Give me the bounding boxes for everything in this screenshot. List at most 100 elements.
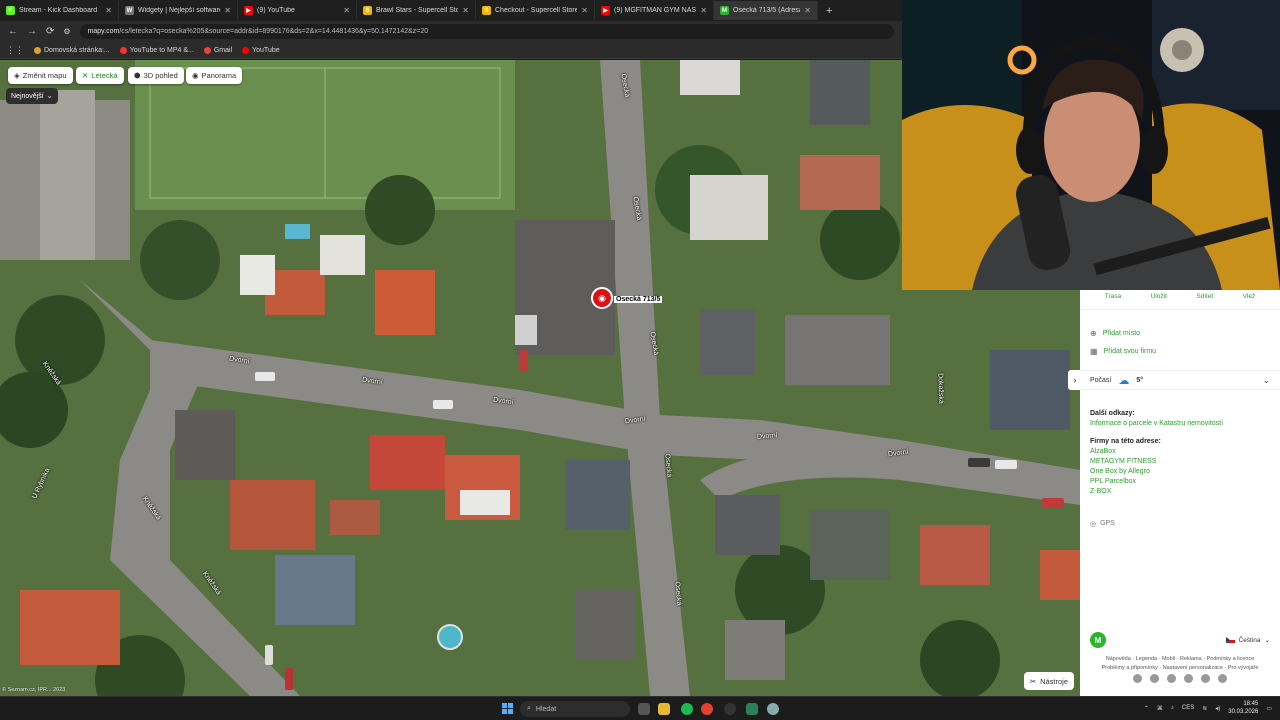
url-host: mapy.com: [87, 28, 120, 35]
browser-tab[interactable]: S Checkout - Supercell Store ✕: [476, 1, 595, 20]
browser-tab[interactable]: K Stream - Kick Dashboard ✕: [0, 1, 119, 20]
tools-icon: ✂: [1029, 676, 1037, 686]
close-tab-icon[interactable]: ✕: [581, 6, 588, 15]
place-detail-panel: Trasa Uložit Sdílet Vlež ⊕ Přidat místo …: [1068, 290, 1280, 696]
cube-icon: ⬢: [134, 71, 141, 80]
googleplay-icon[interactable]: [1218, 674, 1227, 683]
aerial-button[interactable]: ✕ Letecká: [76, 67, 124, 84]
gps-row[interactable]: ◎ GPS: [1090, 520, 1115, 528]
chrome-icon[interactable]: [701, 703, 713, 715]
tab-title: Widgety | Nejlepší software pr: [138, 7, 221, 14]
instagram-icon[interactable]: [1167, 674, 1176, 683]
bookmark-item[interactable]: YouTube to MP4 &...: [119, 46, 194, 54]
appstore-icon[interactable]: [1201, 674, 1210, 683]
spotify-icon[interactable]: [681, 703, 693, 715]
facebook-icon[interactable]: [1133, 674, 1142, 683]
network-icon[interactable]: ⌘: [1157, 705, 1163, 712]
weather-value: 5°: [1136, 376, 1144, 384]
tools-button[interactable]: ✂ Nástroje: [1023, 672, 1074, 690]
browser-tab[interactable]: ▶ (9) YouTube ✕: [238, 1, 357, 20]
location-pin-icon[interactable]: ◉: [591, 287, 613, 309]
weather-row[interactable]: Počasí ☁ 5° ⌄: [1080, 370, 1280, 390]
tab-favicon-icon: S: [363, 6, 372, 15]
latest-imagery-dropdown[interactable]: Nejnovější ⌄: [6, 88, 58, 104]
apps-icon[interactable]: ⋮⋮: [6, 45, 24, 56]
site-info-icon[interactable]: ⚙: [63, 27, 70, 36]
tab-title: (9) MGFITMAN GYM NÁS PŘEI: [614, 7, 697, 14]
volume-icon[interactable]: ◂): [1215, 705, 1220, 712]
change-map-button[interactable]: ◈ Změnit mapu: [8, 67, 73, 84]
tab-favicon-icon: K: [6, 6, 15, 15]
add-place-link[interactable]: ⊕ Přidat místo: [1080, 324, 1280, 342]
taskbar-search-label: Hledat: [535, 705, 557, 713]
3d-view-button[interactable]: ⬢ 3D pohled: [128, 67, 184, 84]
save-button[interactable]: Uložit: [1151, 293, 1167, 309]
route-button[interactable]: Trasa: [1105, 293, 1121, 309]
language-selector[interactable]: Čeština ⌄: [1225, 636, 1270, 644]
bookmark-favicon-icon: [242, 46, 250, 54]
file-explorer-icon[interactable]: [658, 703, 670, 715]
browser-tab[interactable]: ▶ (9) MGFITMAN GYM NÁS PŘEI✕: [595, 1, 714, 20]
browser-tab[interactable]: S Brawl Stars - Supercell Store ✕: [357, 1, 476, 20]
cadastre-link[interactable]: Informace o parcele v Katastru nemovitos…: [1080, 419, 1280, 429]
microphone-icon[interactable]: ♪: [1171, 705, 1174, 711]
tab-title: Stream - Kick Dashboard: [19, 7, 98, 14]
close-tab-icon[interactable]: ✕: [804, 6, 811, 15]
browser-tab[interactable]: W Widgety | Nejlepší software pr✕: [119, 1, 238, 20]
company-link[interactable]: AlzaBox: [1080, 447, 1280, 457]
x-icon[interactable]: [1150, 674, 1159, 683]
notifications-icon[interactable]: ▭: [1266, 705, 1272, 712]
threads-icon[interactable]: [1184, 674, 1193, 683]
bookmark-label: YouTube: [252, 46, 280, 54]
settings-icon[interactable]: [767, 703, 779, 715]
close-tab-icon[interactable]: ✕: [343, 6, 350, 15]
close-tab-icon[interactable]: ✕: [224, 6, 231, 15]
links-title: Další odkazy:: [1090, 410, 1135, 417]
wifi-icon[interactable]: ≋: [1202, 705, 1207, 712]
address-bar: ← → ⟳ ⚙ mapy.com/cs/letecka?q=osecka%205…: [0, 21, 902, 42]
company-link[interactable]: One Box by Allegro: [1080, 467, 1280, 477]
windows-start-icon[interactable]: [502, 703, 513, 714]
company-link[interactable]: PPL Parcelbox: [1080, 477, 1280, 487]
panorama-button[interactable]: ◉ Panorama: [186, 67, 243, 84]
language-indicator[interactable]: CES: [1182, 705, 1194, 711]
tab-title: (9) YouTube: [257, 7, 295, 14]
more-button[interactable]: Vlež: [1243, 293, 1256, 309]
social-icons: [1080, 674, 1280, 683]
cloud-icon: ☁: [1118, 374, 1130, 387]
close-tab-icon[interactable]: ✕: [462, 6, 469, 15]
tab-title: Osecká 713/5 (Adresa) • Mapy: [733, 7, 800, 14]
chevron-down-icon: ⌄: [1262, 374, 1270, 385]
bookmark-item[interactable]: YouTube: [242, 46, 280, 54]
terminal-icon[interactable]: [746, 703, 758, 715]
chevron-down-icon: ⌄: [46, 93, 53, 100]
url-input[interactable]: mapy.com/cs/letecka?q=osecka%205&source=…: [79, 24, 894, 39]
taskbar-search-input[interactable]: ⌕ Hledat: [520, 701, 630, 717]
reload-icon[interactable]: ⟳: [46, 26, 54, 37]
forward-icon[interactable]: →: [27, 26, 37, 37]
aerial-label: Letecká: [91, 71, 118, 80]
footer-links-1[interactable]: Nápověda · Legenda · Mobil · Reklama · P…: [1080, 656, 1280, 662]
company-link[interactable]: METAGYM FITNESS: [1080, 457, 1280, 467]
back-icon[interactable]: ←: [8, 26, 18, 37]
new-tab-icon[interactable]: +: [818, 5, 840, 17]
clock[interactable]: 18:45 30.03.2026: [1228, 700, 1258, 716]
browser-tab[interactable]: M Osecká 713/5 (Adresa) • Mapy ✕: [714, 1, 818, 20]
company-link[interactable]: Z-BOX: [1080, 487, 1280, 497]
bookmark-favicon-icon: [203, 46, 211, 54]
tab-favicon-icon: S: [482, 6, 491, 15]
task-view-icon[interactable]: [638, 703, 650, 715]
app-icon[interactable]: [724, 703, 736, 715]
place-actions: Trasa Uložit Sdílet Vlež: [1080, 290, 1280, 310]
bookmark-item[interactable]: Domovská stránka:...: [34, 46, 110, 54]
tools-label: Nástroje: [1040, 676, 1068, 686]
add-company-link[interactable]: ▦ Přidat svou firmu: [1080, 342, 1280, 360]
bookmark-item[interactable]: Gmail: [203, 46, 232, 54]
close-tab-icon[interactable]: ✕: [700, 6, 707, 15]
close-tab-icon[interactable]: ✕: [105, 6, 112, 15]
street-label: Dvorní: [756, 432, 778, 441]
building-icon: ▦: [1090, 346, 1098, 356]
share-button[interactable]: Sdílet: [1196, 293, 1213, 309]
chevron-up-icon[interactable]: ⌃: [1144, 705, 1149, 712]
footer-links-2[interactable]: Problémy a připomínky · Nastavení person…: [1080, 665, 1280, 671]
